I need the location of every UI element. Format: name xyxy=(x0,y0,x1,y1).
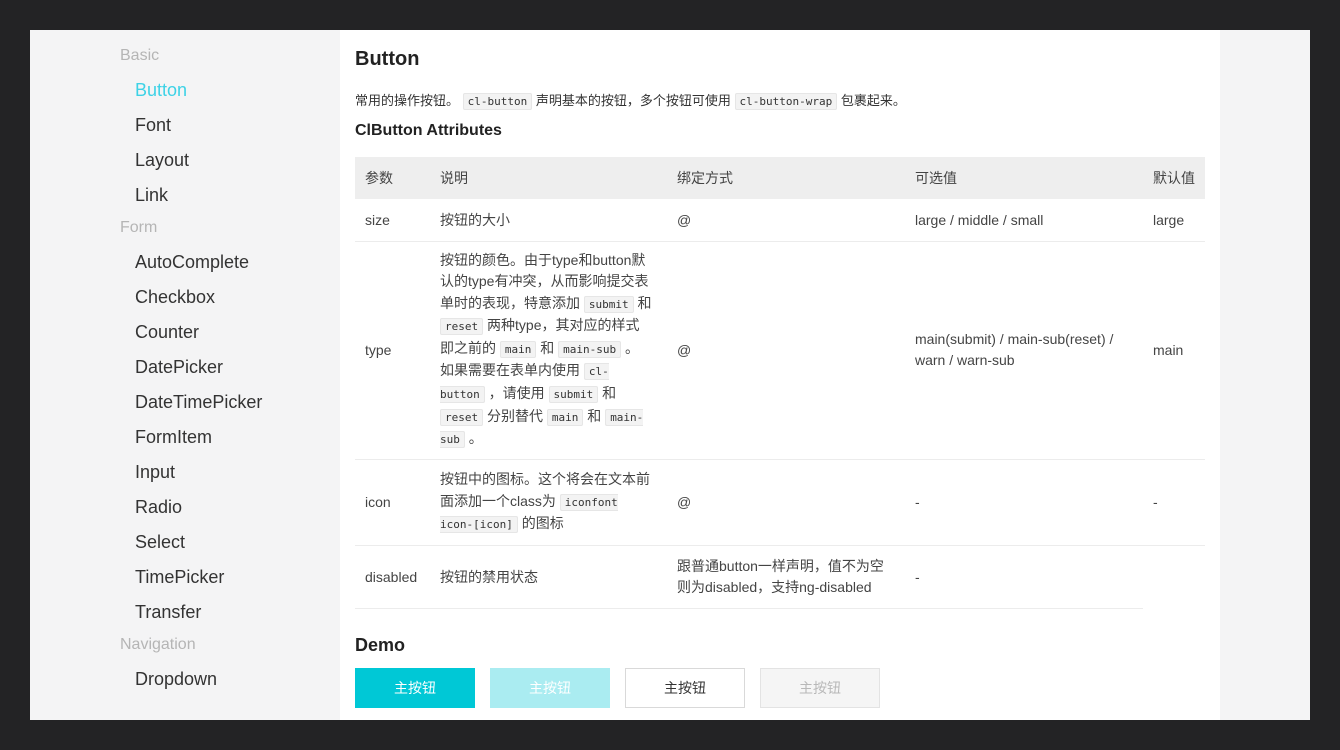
desc-code: main xyxy=(499,340,537,358)
table-row: type 按钮的颜色。由于type和button默认的type有冲突，从而影响提… xyxy=(355,241,1205,460)
desc-text: 。 xyxy=(468,430,483,447)
cell-desc: 按钮的禁用状态 xyxy=(430,545,667,609)
table-row: icon 按钮中的图标。这个将会在文本前面添加一个class为 iconfont… xyxy=(355,459,1205,546)
sidebar-item-button[interactable]: Button xyxy=(135,80,187,101)
header-binding: 绑定方式 xyxy=(667,157,905,199)
header-param: 参数 xyxy=(355,157,430,199)
sidebar: Basic Button Font Layout Link Form AutoC… xyxy=(30,30,340,720)
cell-binding: @ xyxy=(667,459,905,546)
sidebar-item-formitem[interactable]: FormItem xyxy=(135,427,212,448)
demo-title: Demo xyxy=(355,635,406,655)
sidebar-item-dropdown[interactable]: Dropdown xyxy=(135,669,217,690)
attributes-title: ClButton Attributes xyxy=(355,122,502,139)
sidebar-group-navigation: Navigation xyxy=(120,636,196,653)
desc-text: 的图标 xyxy=(521,515,564,532)
cell-desc: 按钮的大小 xyxy=(430,199,667,242)
desc-code: cl-button-wrap xyxy=(734,93,838,110)
sidebar-item-counter[interactable]: Counter xyxy=(135,322,199,343)
disabled-button[interactable]: 主按钮 xyxy=(760,668,880,708)
sidebar-item-select[interactable]: Select xyxy=(135,532,185,553)
desc-text: 和 xyxy=(587,407,602,424)
table-row: disabled 按钮的禁用状态 跟普通button一样声明，值不为空则为dis… xyxy=(355,545,1205,609)
desc-code: cl-button xyxy=(462,93,533,110)
cell-param: disabled xyxy=(355,545,430,609)
sidebar-item-datetimepicker[interactable]: DateTimePicker xyxy=(135,392,262,413)
sidebar-group-form: Form xyxy=(120,219,158,236)
cell-default: - xyxy=(1143,459,1205,546)
sidebar-item-checkbox[interactable]: Checkbox xyxy=(135,287,215,308)
desc-text: 包裹起来。 xyxy=(840,93,906,108)
page-title: Button xyxy=(355,48,420,70)
sidebar-item-font[interactable]: Font xyxy=(135,115,171,136)
sidebar-group-basic: Basic xyxy=(120,47,160,64)
desc-text: 分别替代 xyxy=(487,407,544,424)
sidebar-item-layout[interactable]: Layout xyxy=(135,150,189,171)
desc-code: submit xyxy=(548,386,599,404)
cell-param: size xyxy=(355,199,430,242)
desc-code: main-sub xyxy=(558,340,622,358)
cell-options: - xyxy=(905,459,1143,546)
desc-text: 常用的操作按钮。 xyxy=(355,93,460,108)
header-default: 默认值 xyxy=(1143,157,1205,199)
main-content: Button 常用的操作按钮。 cl-button 声明基本的按钮，多个按钮可使… xyxy=(340,30,1220,720)
cell-binding: @ xyxy=(667,241,905,460)
app-frame: Basic Button Font Layout Link Form AutoC… xyxy=(30,30,1310,720)
sidebar-item-autocomplete[interactable]: AutoComplete xyxy=(135,252,249,273)
primary-disabled-button[interactable]: 主按钮 xyxy=(490,668,610,708)
desc-text: 和 xyxy=(637,294,652,311)
attributes-table: 参数 说明 绑定方式 可选值 默认值 size 按钮的大小 @ large / … xyxy=(355,157,1205,609)
cell-options: main(submit) / main-sub(reset) / warn / … xyxy=(905,241,1143,460)
primary-button[interactable]: 主按钮 xyxy=(355,668,475,708)
table-header-row: 参数 说明 绑定方式 可选值 默认值 xyxy=(355,157,1205,199)
cell-param: type xyxy=(355,241,430,460)
desc-code: reset xyxy=(440,408,484,426)
cell-default: main xyxy=(1143,241,1205,460)
sidebar-item-transfer[interactable]: Transfer xyxy=(135,602,201,623)
cell-default xyxy=(1143,545,1205,608)
cell-binding: @ xyxy=(667,199,905,242)
right-gutter xyxy=(1220,30,1310,720)
table-row: size 按钮的大小 @ large / middle / small larg… xyxy=(355,199,1205,242)
desc-text: ，请使用 xyxy=(488,385,545,402)
header-desc: 说明 xyxy=(430,157,667,199)
cell-param: icon xyxy=(355,459,430,546)
sidebar-item-input[interactable]: Input xyxy=(135,462,175,483)
desc-code: submit xyxy=(583,295,634,313)
cell-options: - xyxy=(905,545,1143,609)
desc-code: main xyxy=(546,408,584,426)
desc-text: 声明基本的按钮，多个按钮可使用 xyxy=(535,93,731,108)
cell-desc: 按钮中的图标。这个将会在文本前面添加一个class为 iconfont icon… xyxy=(430,459,667,546)
cell-binding: 跟普通button一样声明，值不为空则为disabled，支持ng-disabl… xyxy=(667,545,905,609)
cell-default: large xyxy=(1143,199,1205,242)
desc-text: 和 xyxy=(602,385,617,402)
desc-code: reset xyxy=(440,318,484,336)
page-description: 常用的操作按钮。 cl-button 声明基本的按钮，多个按钮可使用 cl-bu… xyxy=(355,90,906,110)
header-options: 可选值 xyxy=(905,157,1143,199)
cell-options: large / middle / small xyxy=(905,199,1143,242)
desc-text: 按钮中的图标。这个将会在文本前面添加一个class为 xyxy=(440,470,650,509)
desc-text: 和 xyxy=(540,339,555,356)
sidebar-item-datepicker[interactable]: DatePicker xyxy=(135,357,223,378)
default-button[interactable]: 主按钮 xyxy=(625,668,745,708)
cell-desc: 按钮的颜色。由于type和button默认的type有冲突，从而影响提交表单时的… xyxy=(430,241,667,460)
sidebar-item-link[interactable]: Link xyxy=(135,185,168,206)
sidebar-item-timepicker[interactable]: TimePicker xyxy=(135,567,224,588)
sidebar-item-radio[interactable]: Radio xyxy=(135,497,182,518)
